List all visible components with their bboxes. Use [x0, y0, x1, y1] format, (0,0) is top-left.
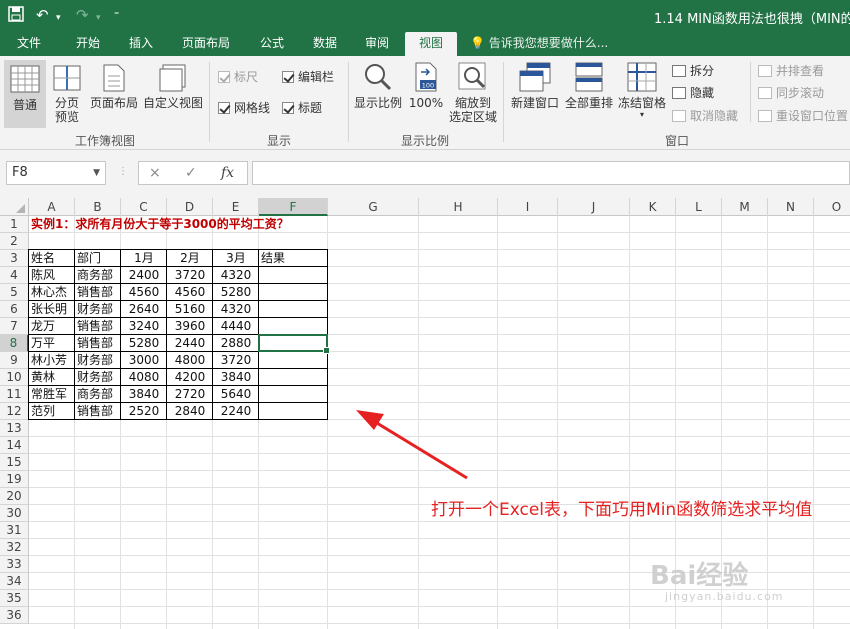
- undo-dropdown-icon[interactable]: ▾: [56, 9, 61, 27]
- name-box[interactable]: F8 ▼: [6, 161, 106, 185]
- redo-dropdown-icon[interactable]: ▾: [96, 9, 101, 27]
- split-icon: [672, 65, 686, 77]
- magnifier-icon: [365, 64, 392, 91]
- baidu-watermark: Bai经验: [650, 561, 749, 591]
- zoom-selection-icon: [458, 62, 486, 90]
- ribbon: 普通 分页 预览 页面布局 自定义视图 工作簿视图 标尺 编辑栏 网格线 标题 …: [0, 56, 850, 150]
- zoom-100-button[interactable]: 100 100%: [406, 62, 446, 110]
- freeze-panes-icon: [627, 62, 657, 92]
- new-window-button[interactable]: 新建窗口: [508, 62, 562, 110]
- tab-formulas[interactable]: 公式: [246, 32, 298, 56]
- zoom-to-selection-button[interactable]: 缩放到 选定区域: [446, 62, 500, 124]
- arrange-all-button[interactable]: 全部重排: [562, 62, 616, 110]
- page-layout-icon: [103, 64, 125, 92]
- tab-review[interactable]: 审阅: [352, 32, 402, 56]
- headings-checkbox[interactable]: 标题: [282, 101, 322, 115]
- zoom-100-icon: 100: [415, 62, 437, 92]
- page-break-preview-button[interactable]: 分页 预览: [50, 64, 84, 124]
- lightbulb-icon: 💡: [470, 36, 485, 50]
- custom-views-button[interactable]: 自定义视图: [142, 64, 204, 110]
- zoom-button[interactable]: 显示比例: [352, 62, 404, 110]
- group-divider: [348, 62, 349, 142]
- formula-input[interactable]: [252, 161, 850, 185]
- unhide-button[interactable]: 取消隐藏: [672, 109, 738, 123]
- arrow-head: [356, 410, 384, 430]
- normal-view-button[interactable]: 普通: [4, 60, 46, 128]
- arrow-shaft: [371, 418, 468, 480]
- chevron-down-icon[interactable]: ▼: [93, 162, 100, 184]
- formula-buttons: × ✓ fx: [138, 161, 248, 185]
- gridlines-checkbox[interactable]: 网格线: [218, 101, 270, 115]
- zoom-100-badge: 100: [422, 82, 434, 90]
- reset-position-icon: [758, 110, 772, 122]
- baidu-watermark-url: jingyan.baidu.com: [665, 590, 784, 603]
- chevron-down-icon: ▾: [639, 110, 644, 119]
- tell-me-box[interactable]: 💡 告诉我您想要做什么...: [470, 32, 608, 56]
- new-window-icon: [519, 62, 551, 92]
- sync-scroll-icon: [758, 87, 772, 99]
- window-title: 1.14 MIN函数用法也很拽（MIN的高: [654, 12, 850, 27]
- group-label-show: 显示: [266, 134, 291, 148]
- cancel-icon[interactable]: ×: [149, 165, 161, 181]
- group-divider: [750, 62, 751, 122]
- freeze-panes-button[interactable]: 冻结窗格 ▾: [616, 62, 668, 120]
- custom-view-icon: [159, 64, 186, 92]
- ribbon-tabs: 文件 开始 插入 页面布局 公式 数据 审阅 视图 💡 告诉我您想要做什么...: [0, 32, 850, 56]
- insert-function-icon[interactable]: fx: [221, 165, 234, 181]
- normal-view-icon: [10, 65, 40, 93]
- enter-icon[interactable]: ✓: [185, 165, 197, 181]
- sync-scroll-button[interactable]: 同步滚动: [758, 86, 824, 100]
- side-by-side-button[interactable]: 并排查看: [758, 64, 824, 78]
- resize-handle[interactable]: ⋮: [118, 166, 128, 180]
- formula-bar-checkbox[interactable]: 编辑栏: [282, 70, 334, 84]
- formula-bar: F8 ▼ ⋮ × ✓ fx: [0, 150, 850, 198]
- reset-window-position-button[interactable]: 重设窗口位置: [758, 109, 848, 123]
- arrange-all-icon: [575, 62, 603, 92]
- hide-icon: [672, 87, 686, 99]
- save-icon[interactable]: [8, 6, 24, 26]
- unhide-icon: [672, 110, 686, 122]
- page-layout-view-button[interactable]: 页面布局: [88, 64, 140, 110]
- tab-page-layout[interactable]: 页面布局: [170, 32, 242, 56]
- hide-button[interactable]: 隐藏: [672, 86, 714, 100]
- group-label-workbook-views: 工作簿视图: [74, 134, 135, 148]
- tab-home[interactable]: 开始: [60, 32, 116, 56]
- title-bar: ↶ ▾ ↷ ▾ ⁼ 1.14 MIN函数用法也很拽（MIN的高: [0, 0, 850, 32]
- ruler-checkbox[interactable]: 标尺: [218, 70, 258, 84]
- tab-data[interactable]: 数据: [300, 32, 350, 56]
- tab-file[interactable]: 文件: [0, 32, 58, 56]
- undo-icon[interactable]: ↶: [36, 6, 49, 24]
- group-divider: [503, 62, 504, 142]
- group-label-zoom: 显示比例: [400, 134, 449, 148]
- customize-toolbar-icon[interactable]: ⁼: [114, 7, 119, 25]
- tab-view[interactable]: 视图: [405, 32, 457, 56]
- redo-icon[interactable]: ↷: [76, 6, 89, 24]
- group-label-window: 窗口: [664, 134, 689, 148]
- annotation-text: 打开一个Excel表，下面巧用Min函数筛选求平均值: [431, 500, 813, 520]
- side-by-side-icon: [758, 65, 772, 77]
- split-button[interactable]: 拆分: [672, 64, 714, 78]
- page-break-icon: [53, 65, 81, 91]
- tab-insert[interactable]: 插入: [116, 32, 166, 56]
- group-divider: [209, 62, 210, 142]
